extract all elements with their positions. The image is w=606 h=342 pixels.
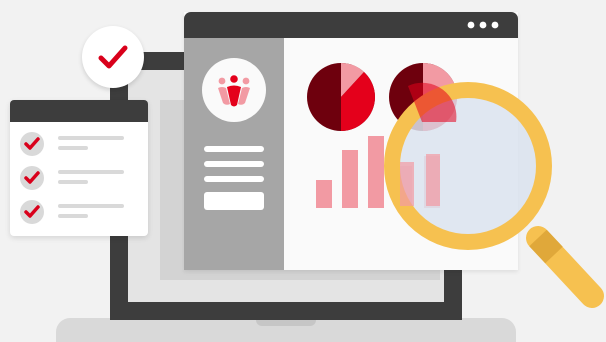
people-logo-icon <box>214 70 254 110</box>
three-dots-icon[interactable] <box>465 20 505 30</box>
sidebar-line-1 <box>204 146 264 152</box>
pie-chart-1 <box>306 62 376 132</box>
checkmark-icon <box>20 132 44 156</box>
checklist-item[interactable] <box>20 200 140 226</box>
checklist-line <box>58 136 124 140</box>
magnifying-glass-icon <box>370 78 606 314</box>
checkmark-icon <box>20 166 44 190</box>
checkmark-icon <box>20 200 44 224</box>
checklist-line-short <box>58 214 88 218</box>
sidebar-button[interactable] <box>204 192 264 210</box>
checklist-line <box>58 170 124 174</box>
checklist-line <box>58 204 124 208</box>
bar-1 <box>316 180 332 208</box>
lens-bar-1 <box>400 162 414 206</box>
checklist-line-short <box>58 180 88 184</box>
lens-bar-2 <box>426 154 440 206</box>
sidebar-line-3 <box>204 176 264 182</box>
checklist-line-short <box>58 146 88 150</box>
checkmark-icon <box>98 44 128 70</box>
bar-2 <box>342 150 358 208</box>
window-sidebar <box>184 38 284 270</box>
logo-avatar <box>202 58 266 122</box>
checklist-item[interactable] <box>20 132 140 158</box>
sidebar-line-2 <box>204 161 264 167</box>
window-titlebar <box>184 12 518 38</box>
checklist-header <box>10 100 148 122</box>
check-badge <box>82 26 144 88</box>
checklist-item[interactable] <box>20 166 140 192</box>
checklist-card <box>10 100 148 236</box>
